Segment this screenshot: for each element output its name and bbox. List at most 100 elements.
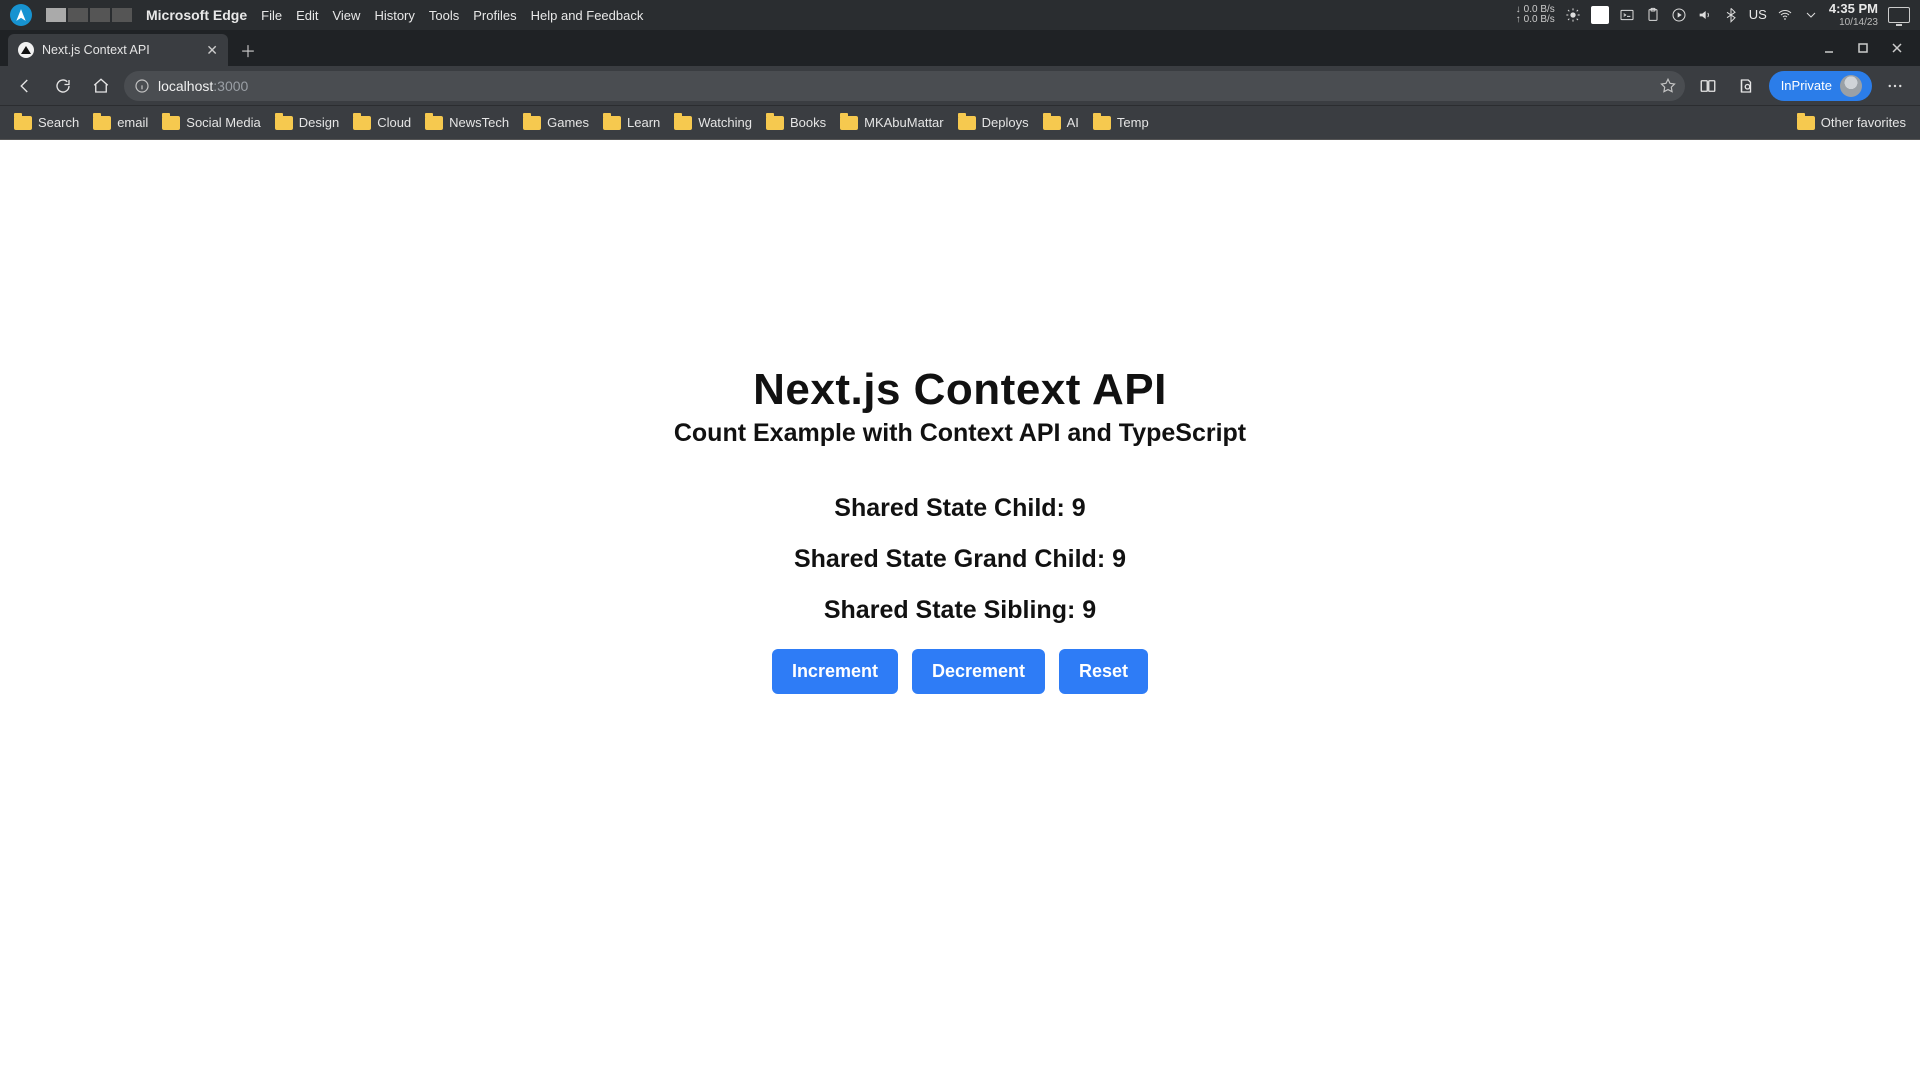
menu-edit[interactable]: Edit xyxy=(296,8,318,23)
menu-profiles[interactable]: Profiles xyxy=(473,8,516,23)
bookmark-label: Deploys xyxy=(982,115,1029,130)
bookmark-folder[interactable]: Social Media xyxy=(162,115,260,130)
system-tray: ↓0.0 B/s ↑0.0 B/s US 4:35 PM xyxy=(1516,2,1910,27)
tray-app-icon[interactable] xyxy=(1591,6,1609,24)
bookmark-folder[interactable]: Watching xyxy=(674,115,752,130)
clipboard-icon[interactable] xyxy=(1645,7,1661,23)
folder-icon xyxy=(14,116,32,130)
folder-icon xyxy=(1093,116,1111,130)
chevron-down-icon[interactable] xyxy=(1803,7,1819,23)
other-favorites[interactable]: Other favorites xyxy=(1797,115,1906,130)
page-viewport: Next.js Context API Count Example with C… xyxy=(0,140,1920,1080)
window-maximize-button[interactable] xyxy=(1848,34,1878,62)
workspace-4[interactable] xyxy=(112,8,132,22)
split-screen-icon[interactable] xyxy=(1693,71,1723,101)
folder-icon xyxy=(1043,116,1061,130)
terminal-icon[interactable] xyxy=(1619,7,1635,23)
tab-favicon-icon xyxy=(18,42,34,58)
other-favorites-label: Other favorites xyxy=(1821,115,1906,130)
favorite-star-icon[interactable] xyxy=(1659,77,1677,95)
browser-tab[interactable]: Next.js Context API ✕ xyxy=(8,34,228,66)
bookmark-label: Design xyxy=(299,115,339,130)
menu-view[interactable]: View xyxy=(332,8,360,23)
folder-icon xyxy=(523,116,541,130)
bluetooth-icon[interactable] xyxy=(1723,7,1739,23)
bookmark-folder[interactable]: Design xyxy=(275,115,339,130)
page-subtitle: Count Example with Context API and TypeS… xyxy=(0,419,1920,448)
bookmark-label: Search xyxy=(38,115,79,130)
url-port: :3000 xyxy=(213,78,248,94)
inprivate-profile-badge[interactable]: InPrivate xyxy=(1769,71,1872,101)
bookmark-label: Social Media xyxy=(186,115,260,130)
bookmark-folder[interactable]: MKAbuMattar xyxy=(840,115,943,130)
menu-history[interactable]: History xyxy=(374,8,414,23)
keyboard-layout[interactable]: US xyxy=(1749,7,1767,22)
bookmark-folder[interactable]: email xyxy=(93,115,148,130)
bookmark-folder[interactable]: Learn xyxy=(603,115,660,130)
collections-icon[interactable] xyxy=(1731,71,1761,101)
workspace-switcher[interactable] xyxy=(46,8,132,22)
weather-icon[interactable] xyxy=(1565,7,1581,23)
bookmark-folder[interactable]: Search xyxy=(14,115,79,130)
tab-title: Next.js Context API xyxy=(42,43,198,57)
menu-file[interactable]: File xyxy=(261,8,282,23)
arch-launcher-icon[interactable] xyxy=(10,4,32,26)
bookmark-folder[interactable]: AI xyxy=(1043,115,1079,130)
media-play-icon[interactable] xyxy=(1671,7,1687,23)
bookmark-folder[interactable]: Deploys xyxy=(958,115,1029,130)
menu-help[interactable]: Help and Feedback xyxy=(531,8,644,23)
bookmark-label: email xyxy=(117,115,148,130)
folder-icon xyxy=(162,116,180,130)
volume-icon[interactable] xyxy=(1697,7,1713,23)
folder-icon xyxy=(958,116,976,130)
site-info-icon[interactable] xyxy=(134,78,150,94)
home-button[interactable] xyxy=(86,71,116,101)
bookmark-label: Temp xyxy=(1117,115,1149,130)
workspace-1[interactable] xyxy=(46,8,66,22)
counter-buttons: Increment Decrement Reset xyxy=(0,649,1920,694)
window-close-button[interactable] xyxy=(1882,34,1912,62)
bookmark-label: Cloud xyxy=(377,115,411,130)
bookmark-folder[interactable]: Temp xyxy=(1093,115,1149,130)
tab-strip: Next.js Context API ✕ ＋ xyxy=(0,30,1920,66)
refresh-button[interactable] xyxy=(48,71,78,101)
workspace-2[interactable] xyxy=(68,8,88,22)
bookmark-folder[interactable]: NewsTech xyxy=(425,115,509,130)
new-tab-button[interactable]: ＋ xyxy=(234,36,262,64)
clock-date: 10/14/23 xyxy=(1829,17,1878,28)
folder-icon xyxy=(1797,116,1815,130)
bookmark-label: Books xyxy=(790,115,826,130)
bookmark-label: Games xyxy=(547,115,589,130)
increment-button[interactable]: Increment xyxy=(772,649,898,694)
menu-tools[interactable]: Tools xyxy=(429,8,459,23)
more-menu-button[interactable] xyxy=(1880,71,1910,101)
bookmark-label: MKAbuMattar xyxy=(864,115,943,130)
bookmark-folder[interactable]: Books xyxy=(766,115,826,130)
network-speed-indicator: ↓0.0 B/s ↑0.0 B/s xyxy=(1516,5,1555,25)
shared-state-child: Shared State Child: 9 xyxy=(0,494,1920,523)
folder-icon xyxy=(275,116,293,130)
address-bar[interactable]: localhost:3000 xyxy=(124,71,1685,101)
url-host: localhost xyxy=(158,78,213,94)
decrement-button[interactable]: Decrement xyxy=(912,649,1045,694)
clock[interactable]: 4:35 PM 10/14/23 xyxy=(1829,2,1878,27)
shared-state-grand-child: Shared State Grand Child: 9 xyxy=(0,545,1920,574)
bookmark-label: AI xyxy=(1067,115,1079,130)
wifi-icon[interactable] xyxy=(1777,7,1793,23)
bookmark-label: Learn xyxy=(627,115,660,130)
net-up-value: 0.0 B/s xyxy=(1524,15,1555,25)
back-button[interactable] xyxy=(10,71,40,101)
folder-icon xyxy=(766,116,784,130)
bookmark-folder[interactable]: Cloud xyxy=(353,115,411,130)
display-icon[interactable] xyxy=(1888,7,1910,23)
reset-button[interactable]: Reset xyxy=(1059,649,1148,694)
active-app-name: Microsoft Edge xyxy=(146,7,247,23)
bookmark-folder[interactable]: Games xyxy=(523,115,589,130)
clock-time: 4:35 PM xyxy=(1829,2,1878,16)
url-text: localhost:3000 xyxy=(158,78,1651,94)
window-minimize-button[interactable] xyxy=(1814,34,1844,62)
workspace-3[interactable] xyxy=(90,8,110,22)
tab-close-icon[interactable]: ✕ xyxy=(206,42,218,59)
system-menu-bar: Microsoft Edge File Edit View History To… xyxy=(0,0,1920,30)
browser-toolbar: localhost:3000 InPrivate xyxy=(0,66,1920,106)
